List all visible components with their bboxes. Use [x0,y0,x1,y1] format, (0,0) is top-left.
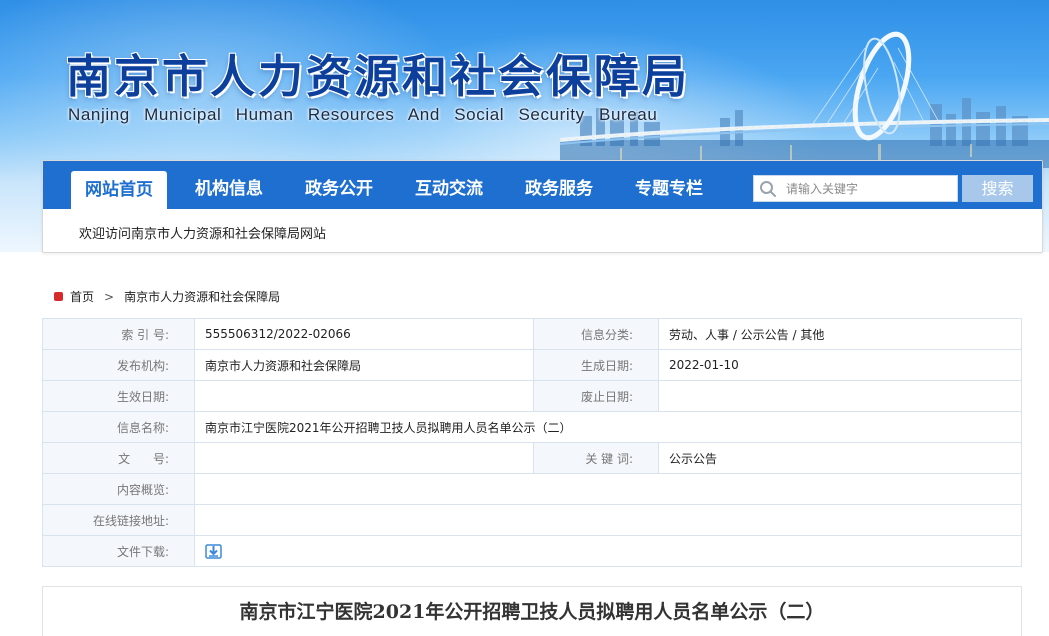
search-button[interactable]: 搜索 [962,175,1033,202]
breadcrumb: 首页 > 南京市人力资源和社会保障局 [54,288,280,305]
breadcrumb-bureau-link[interactable]: 南京市人力资源和社会保障局 [124,288,280,305]
site-subtitle: Nanjing Municipal Human Resources And So… [68,105,658,124]
table-row: 在线链接地址: [42,504,1022,536]
document-number-label: 文 号: [42,442,195,474]
table-row: 文 号: 关 键 词: 公示公告 [42,442,1022,474]
nav-item-government-affairs[interactable]: 政务公开 [305,161,373,209]
file-download-cell [194,535,1022,567]
document-info-table: 索 引 号: 555506312/2022-02066 信息分类: 劳动、人事 … [42,318,1022,567]
keywords-label: 关 键 词: [533,442,659,474]
site-title: 南京市人力资源和社会保障局 [66,50,691,103]
file-download-label: 文件下载: [42,535,195,567]
publisher-value: 南京市人力资源和社会保障局 [194,349,534,381]
nav-item-home[interactable]: 网站首页 [71,171,167,209]
main-nav-bar: 网站首页 机构信息 政务公开 互动交流 政务服务 专题专栏 搜索 [43,161,1042,209]
breadcrumb-home-link[interactable]: 首页 [70,288,94,305]
created-date-label: 生成日期: [533,349,659,381]
summary-value [194,473,1022,505]
expiry-date-label: 废止日期: [533,380,659,412]
welcome-text: 欢迎访问南京市人力资源和社会保障局网站 [79,227,327,242]
created-date-value: 2022-01-10 [658,349,1022,381]
effective-date-value [194,380,534,412]
navigation-panel: 网站首页 机构信息 政务公开 互动交流 政务服务 专题专栏 搜索 欢迎访问南京市… [42,160,1043,253]
expiry-date-value [658,380,1022,412]
index-number-label: 索 引 号: [42,318,195,350]
publisher-label: 发布机构: [42,349,195,381]
table-row: 信息名称: 南京市江宁医院2021年公开招聘卫技人员拟聘用人员名单公示（二） [42,411,1022,443]
search-box [753,175,958,202]
table-row: 索 引 号: 555506312/2022-02066 信息分类: 劳动、人事 … [42,318,1022,350]
nav-item-services[interactable]: 政务服务 [525,161,593,209]
article-container: 南京市江宁医院2021年公开招聘卫技人员拟聘用人员名单公示（二） [42,586,1022,636]
info-name-value: 南京市江宁医院2021年公开招聘卫技人员拟聘用人员名单公示（二） [194,411,1022,443]
summary-label: 内容概览: [42,473,195,505]
online-link-label: 在线链接地址: [42,504,195,536]
online-link-value[interactable] [194,504,1022,536]
nav-item-interaction[interactable]: 互动交流 [415,161,483,209]
table-row: 生效日期: 废止日期: [42,380,1022,412]
category-label: 信息分类: [533,318,659,350]
table-row: 文件下载: [42,535,1022,567]
keywords-value: 公示公告 [658,442,1022,474]
home-icon [54,292,63,301]
breadcrumb-separator: > [104,289,115,304]
nav-item-organization[interactable]: 机构信息 [195,161,263,209]
table-row: 内容概览: [42,473,1022,505]
table-row: 发布机构: 南京市人力资源和社会保障局 生成日期: 2022-01-10 [42,349,1022,381]
download-icon[interactable] [205,543,222,559]
search-input[interactable] [786,176,956,201]
info-name-label: 信息名称: [42,411,195,443]
nav-item-topics[interactable]: 专题专栏 [635,161,703,209]
index-number-value: 555506312/2022-02066 [194,318,534,350]
effective-date-label: 生效日期: [42,380,195,412]
document-number-value [194,442,534,474]
article-title: 南京市江宁医院2021年公开招聘卫技人员拟聘用人员名单公示（二） [239,601,825,623]
search-icon[interactable] [759,180,777,198]
category-value: 劳动、人事 / 公示公告 / 其他 [658,318,1022,350]
